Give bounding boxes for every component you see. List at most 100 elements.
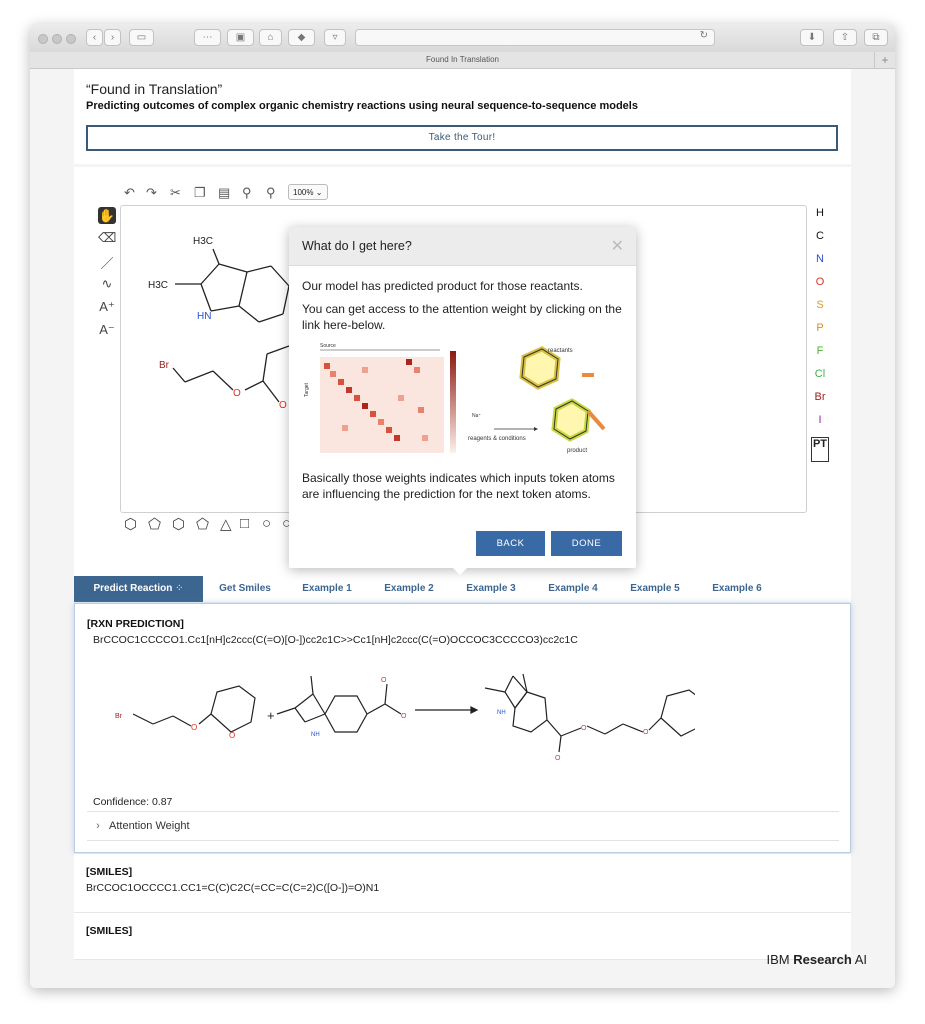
figure-target-label: Target: [304, 382, 310, 397]
close-window-button[interactable]: [38, 34, 48, 44]
rxn-o-label-3: O: [381, 677, 387, 684]
periodic-table-icon[interactable]: PT: [809, 437, 831, 462]
share-icon[interactable]: ⇧: [833, 29, 857, 46]
paste-icon[interactable]: ▤: [218, 185, 230, 201]
back-nav-icon[interactable]: ‹: [86, 29, 103, 46]
rxn-o-label-2: O: [229, 731, 235, 740]
element-i[interactable]: I: [809, 414, 831, 437]
benzene-template-icon[interactable]: ⬡: [124, 515, 137, 533]
element-n[interactable]: N: [809, 253, 831, 276]
oxygen-label-2: O: [279, 400, 287, 411]
charge-minus-icon[interactable]: A⁻: [98, 322, 116, 345]
brand-ibm: IBM: [766, 952, 790, 967]
cyclobutane-template-icon[interactable]: □: [240, 515, 249, 532]
reader-icon[interactable]: ▣: [227, 29, 254, 46]
zoom-value: 100%: [293, 188, 314, 197]
page-title: “Found in Translation”: [86, 81, 223, 97]
ring-template-icon[interactable]: ○: [262, 515, 271, 532]
cyclohexane-template-icon[interactable]: ⬡: [172, 515, 185, 533]
tab-example-4[interactable]: Example 4: [535, 576, 611, 602]
cyclopentane-template-icon[interactable]: ⬠: [196, 515, 209, 533]
select-tool-icon[interactable]: ✋: [98, 207, 116, 224]
forward-nav-icon[interactable]: ›: [104, 29, 121, 46]
reagents-label: reagents & conditions: [468, 436, 526, 442]
minimize-window-button[interactable]: [52, 34, 62, 44]
home-icon[interactable]: ⌂: [259, 29, 282, 46]
copy-icon[interactable]: ❐: [194, 185, 206, 201]
browser-tab-title[interactable]: Found In Translation: [426, 55, 499, 64]
attention-weight-label: Attention Weight: [109, 820, 190, 832]
tab-predict-reaction[interactable]: Predict Reaction ⁘: [74, 576, 203, 602]
element-p[interactable]: P: [809, 322, 831, 345]
undo-icon[interactable]: ↶: [124, 185, 135, 201]
element-br[interactable]: Br: [809, 391, 831, 414]
figure-source-label: Source: [320, 343, 336, 349]
element-palette: H C N O S P F Cl Br I PT: [809, 207, 831, 462]
tab-example-2[interactable]: Example 2: [371, 576, 447, 602]
smiles-card-2: [SMILES]: [74, 913, 851, 960]
tab-get-smiles[interactable]: Get Smiles: [207, 576, 283, 602]
bond-tool-icon[interactable]: ／: [98, 253, 116, 276]
top-sites-icon[interactable]: ⋯: [194, 29, 221, 46]
new-tab-button[interactable]: +: [874, 52, 895, 68]
cyclopropane-template-icon[interactable]: △: [220, 515, 232, 533]
rxn-o-label-5: O: [555, 755, 561, 762]
done-button[interactable]: DONE: [551, 531, 622, 556]
pocket-icon[interactable]: ▿: [324, 29, 346, 46]
element-o[interactable]: O: [809, 276, 831, 299]
close-icon[interactable]: ✕: [611, 236, 624, 256]
browser-tab-bar: Found In Translation +: [30, 52, 895, 69]
title-section: “Found in Translation” Predicting outcom…: [74, 69, 851, 164]
cyclopentadiene-template-icon[interactable]: ⬠: [148, 515, 161, 533]
page-subtitle: Predicting outcomes of complex organic c…: [86, 100, 638, 112]
tour-popover: What do I get here? ✕ Our model has pred…: [289, 227, 636, 575]
element-h[interactable]: H: [809, 207, 831, 230]
tab-label: Predict Reaction: [93, 583, 173, 594]
redo-icon[interactable]: ↷: [146, 185, 157, 201]
hn-label: HN: [197, 311, 211, 322]
reactant-ring: [519, 346, 561, 390]
ibm-research-logo: IBM Research AI: [767, 952, 868, 967]
zoom-in-icon[interactable]: ⚲: [242, 185, 252, 201]
rxn-nh-label-1: NH: [311, 732, 320, 738]
reaction-prediction-card: [RXN PREDICTION] BrCCOC1CCCCO1.Cc1[nH]c2…: [74, 603, 851, 853]
element-cl[interactable]: Cl: [809, 368, 831, 391]
browser-toolbar: ‹ › ▭ ⋯ ▣ ⌂ ◆ ▿ ↻ ⬇ ⇧ ⧉: [30, 24, 895, 53]
element-s[interactable]: S: [809, 299, 831, 322]
tab-example-5[interactable]: Example 5: [617, 576, 693, 602]
tab-example-3[interactable]: Example 3: [453, 576, 529, 602]
rxn-o-label-6: O: [581, 725, 587, 732]
tag-icon[interactable]: ◆: [288, 29, 315, 46]
eraser-icon[interactable]: ⌫: [98, 230, 116, 253]
element-f[interactable]: F: [809, 345, 831, 368]
product-label: product: [567, 448, 587, 454]
tab-example-6[interactable]: Example 6: [699, 576, 775, 602]
sidebar-icon[interactable]: ▭: [129, 29, 154, 46]
downloads-icon[interactable]: ⬇: [800, 29, 824, 46]
element-c[interactable]: C: [809, 230, 831, 253]
zoom-out-icon[interactable]: ⚲: [266, 185, 276, 201]
rxn-smiles: BrCCOC1CCCCO1.Cc1[nH]c2ccc(C(=O)[O-])cc2…: [93, 634, 578, 646]
charge-plus-icon[interactable]: A⁺: [98, 299, 116, 322]
zoom-window-button[interactable]: [66, 34, 76, 44]
cut-icon[interactable]: ✂: [170, 185, 181, 201]
smiles-heading: [SMILES]: [86, 925, 133, 937]
take-tour-button[interactable]: Take the Tour!: [86, 125, 838, 151]
smiles-value: BrCCOC1OCCCC1.CC1=C(C)C2C(=CC=C(C=2)C([O…: [86, 882, 380, 894]
brand-research: Research: [793, 952, 852, 967]
tab-example-1[interactable]: Example 1: [289, 576, 365, 602]
attention-weight-toggle[interactable]: › Attention Weight: [87, 811, 839, 841]
chain-tool-icon[interactable]: ∿: [98, 276, 116, 299]
attention-figure: Source Target reactants Na⁺ reagents & c…: [304, 343, 606, 454]
popover-text-1: Our model has predicted product for thos…: [302, 279, 583, 293]
confidence-value: Confidence: 0.87: [93, 796, 173, 808]
h3c-label-left: H3C: [148, 280, 168, 291]
back-button[interactable]: BACK: [476, 531, 545, 556]
reload-icon[interactable]: ↻: [700, 30, 708, 41]
address-bar[interactable]: ↻: [355, 29, 715, 46]
tabs-overview-icon[interactable]: ⧉: [864, 29, 888, 46]
popover-arrow: [451, 566, 469, 575]
main-tabs: Predict Reaction ⁘ Get Smiles Example 1 …: [74, 576, 851, 602]
br-label: Br: [159, 360, 170, 371]
zoom-select[interactable]: 100% ⌄: [288, 184, 328, 200]
